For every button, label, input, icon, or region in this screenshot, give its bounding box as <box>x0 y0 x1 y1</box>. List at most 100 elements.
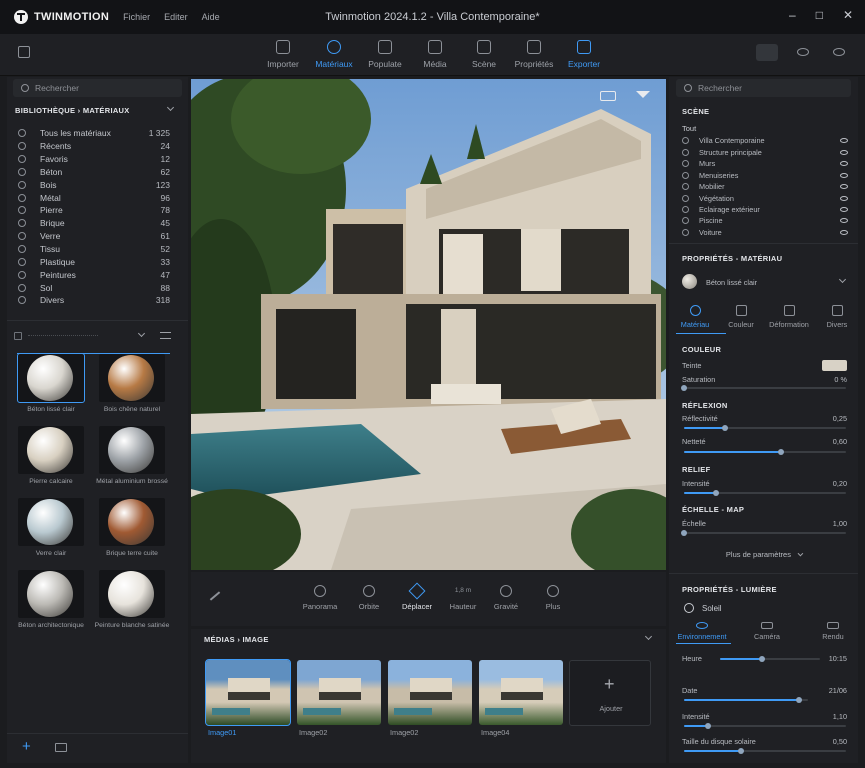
mat-tab-3[interactable]: Divers <box>812 305 862 329</box>
nettete-slider[interactable] <box>684 449 846 455</box>
visibility-eye-icon[interactable] <box>840 184 848 190</box>
scene-root[interactable]: Tout <box>682 124 696 133</box>
tool-materiaux[interactable]: Matériaux <box>306 40 362 69</box>
minimize-icon[interactable]: – <box>789 8 796 22</box>
material-selector[interactable]: Béton lissé clair <box>676 270 851 294</box>
folder-icon[interactable] <box>55 743 67 752</box>
collapse-icon[interactable] <box>18 46 30 58</box>
expand-down-icon[interactable] <box>636 91 650 98</box>
category-item[interactable]: Métal 96 <box>18 191 170 204</box>
material-card[interactable] <box>17 353 85 403</box>
material-card[interactable] <box>18 426 84 474</box>
visibility-eye-icon[interactable] <box>833 48 845 56</box>
list-view-icon[interactable] <box>160 332 171 339</box>
light-tab-0[interactable]: Environnement <box>675 622 729 641</box>
category-item[interactable]: Peintures 47 <box>18 268 170 281</box>
category-item[interactable]: Pierre 78 <box>18 204 170 217</box>
category-item[interactable]: Plastique 33 <box>18 256 170 269</box>
category-item[interactable]: Tissu 52 <box>18 243 170 256</box>
nav-panorama[interactable]: Panorama <box>298 585 342 611</box>
filter-icon[interactable] <box>14 332 22 340</box>
scene-item[interactable]: Villa Contemporaine <box>682 135 848 147</box>
material-card[interactable] <box>18 570 84 618</box>
media-thumbnail[interactable] <box>388 660 472 725</box>
filter-dropdown[interactable] <box>28 335 98 336</box>
material-card[interactable] <box>99 498 165 546</box>
date-slider[interactable] <box>684 697 808 703</box>
scene-item[interactable]: Eclairage extérieur <box>682 204 848 216</box>
add-media-button[interactable]: + Ajouter <box>569 660 651 726</box>
category-item[interactable]: Divers 318 <box>18 294 170 307</box>
taille-disque-slider[interactable] <box>684 748 846 754</box>
visibility-eye-icon[interactable] <box>840 195 848 201</box>
category-item[interactable]: Favoris 12 <box>18 153 170 166</box>
mat-tab-1[interactable]: Couleur <box>716 305 766 329</box>
material-card[interactable] <box>99 354 165 402</box>
scene-item[interactable]: Voiture <box>682 227 848 239</box>
nav-orbite[interactable]: Orbite <box>347 585 391 611</box>
menu-editer[interactable]: Editer <box>164 12 188 22</box>
category-item[interactable]: Récents 24 <box>18 140 170 153</box>
media-thumbnail[interactable] <box>205 659 291 726</box>
tool-populate[interactable]: Populate <box>357 40 413 69</box>
preview-eye-icon[interactable] <box>797 48 809 56</box>
nav-plus[interactable]: Plus <box>531 585 575 611</box>
visibility-eye-icon[interactable] <box>840 172 848 178</box>
render-view-icon[interactable] <box>756 44 778 61</box>
heure-slider[interactable] <box>720 656 820 662</box>
add-icon[interactable]: + <box>22 739 31 754</box>
menu-aide[interactable]: Aide <box>202 12 220 22</box>
teinte-swatch[interactable] <box>822 360 847 371</box>
visibility-eye-icon[interactable] <box>840 206 848 212</box>
visibility-eye-icon[interactable] <box>840 138 848 144</box>
media-thumbnail[interactable] <box>297 660 381 725</box>
chevron-down-icon[interactable] <box>137 329 146 338</box>
material-card[interactable] <box>99 426 165 474</box>
taille-disque-knob[interactable] <box>737 748 744 754</box>
visibility-eye-icon[interactable] <box>840 149 848 155</box>
category-item[interactable]: Brique 45 <box>18 217 170 230</box>
scene-item[interactable]: Murs <box>682 158 848 170</box>
category-item[interactable]: Tous les matériaux 1 325 <box>18 127 170 140</box>
material-card[interactable] <box>18 498 84 546</box>
reflectivite-slider[interactable] <box>684 425 846 431</box>
scene-item[interactable]: Mobilier <box>682 181 848 193</box>
visibility-eye-icon[interactable] <box>840 161 848 167</box>
light-tab-1[interactable]: Caméra <box>740 622 794 641</box>
library-search-input[interactable]: Rechercher <box>13 79 182 97</box>
echelle-slider[interactable] <box>681 530 846 536</box>
close-icon[interactable]: ✕ <box>843 8 853 22</box>
saturation-knob[interactable] <box>681 385 687 391</box>
scene-item[interactable]: Structure principale <box>682 146 848 158</box>
nav-gravité[interactable]: Gravité <box>484 585 528 611</box>
heure-knob[interactable] <box>759 656 765 662</box>
tool-proprietes[interactable]: Propriétés <box>506 40 562 69</box>
reflectivite-knob[interactable] <box>721 425 728 431</box>
menu-fichier[interactable]: Fichier <box>123 12 150 22</box>
category-item[interactable]: Bois 123 <box>18 178 170 191</box>
material-card[interactable] <box>99 570 165 618</box>
tool-scene[interactable]: Scène <box>456 40 512 69</box>
tool-exporter[interactable]: Exporter <box>556 40 612 69</box>
3d-viewport[interactable] <box>191 79 666 570</box>
mat-tab-0[interactable]: Matériau <box>670 305 720 329</box>
tool-importer[interactable]: Importer <box>255 40 311 69</box>
camera-icon[interactable] <box>600 91 616 101</box>
scene-item[interactable]: Menuiseries <box>682 169 848 181</box>
scene-item[interactable]: Végétation <box>682 192 848 204</box>
echelle-knob[interactable] <box>681 530 687 536</box>
category-item[interactable]: Béton 62 <box>18 166 170 179</box>
intensite-lumiere-slider[interactable] <box>684 723 846 729</box>
nav-hauteur[interactable]: 1,8 m Hauteur <box>441 585 485 611</box>
media-thumbnail[interactable] <box>479 660 563 725</box>
tool-media[interactable]: Média <box>407 40 463 69</box>
mat-tab-2[interactable]: Déformation <box>764 305 814 329</box>
saturation-slider[interactable] <box>681 385 846 391</box>
category-item[interactable]: Verre 61 <box>18 230 170 243</box>
maximize-icon[interactable]: □ <box>816 8 823 22</box>
more-params-button[interactable]: Plus de paramètres <box>676 550 851 559</box>
scene-search-input[interactable]: Rechercher <box>676 79 851 97</box>
scene-item[interactable]: Piscine <box>682 215 848 227</box>
nav-déplacer[interactable]: Déplacer <box>395 582 439 611</box>
visibility-eye-icon[interactable] <box>840 229 848 235</box>
